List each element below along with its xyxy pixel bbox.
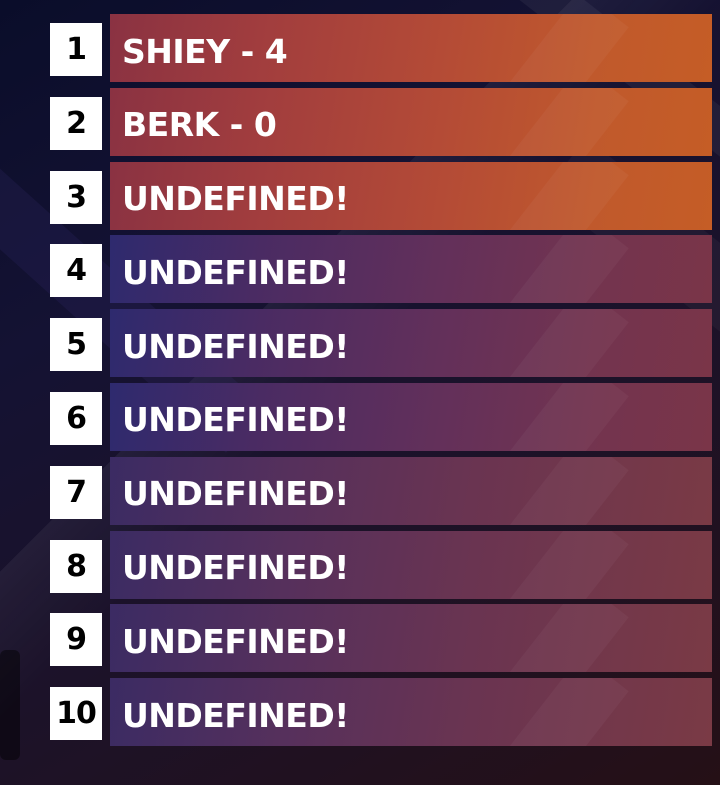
player-label: UNDEFINED! xyxy=(122,474,349,514)
rank-badge: 5 xyxy=(50,318,102,372)
player-label: SHIEY - 4 xyxy=(122,31,288,71)
leaderboard-row: 1 SHIEY - 4 xyxy=(50,14,712,82)
rank-badge: 7 xyxy=(50,465,102,519)
rank-badge: 10 xyxy=(50,687,102,741)
leaderboard-row: 3 UNDEFINED! xyxy=(50,161,712,230)
leaderboard-row: 6 UNDEFINED! xyxy=(50,382,712,451)
score-bar: UNDEFINED! xyxy=(110,161,712,230)
score-bar: UNDEFINED! xyxy=(110,309,712,378)
leaderboard-row: 7 UNDEFINED! xyxy=(50,456,712,525)
player-label: BERK - 0 xyxy=(122,105,277,145)
score-bar: UNDEFINED! xyxy=(110,530,712,599)
leaderboard-row: 4 UNDEFINED! xyxy=(50,235,712,304)
rank-badge: 1 xyxy=(50,23,102,76)
rank-badge: 3 xyxy=(50,170,102,224)
rank-badge: 4 xyxy=(50,244,102,298)
leaderboard-row: 8 UNDEFINED! xyxy=(50,530,712,599)
player-label: UNDEFINED! xyxy=(122,621,349,661)
rank-badge: 9 xyxy=(50,613,102,667)
leaderboard-row: 5 UNDEFINED! xyxy=(50,309,712,378)
score-bar: UNDEFINED! xyxy=(110,382,712,451)
score-bar: SHIEY - 4 xyxy=(110,14,712,82)
score-bar: BERK - 0 xyxy=(110,87,712,156)
score-bar: UNDEFINED! xyxy=(110,604,712,673)
leaderboard-row: 10 UNDEFINED! xyxy=(50,678,712,747)
leaderboard-row: 2 BERK - 0 xyxy=(50,87,712,156)
player-label: UNDEFINED! xyxy=(122,695,349,735)
score-bar: UNDEFINED! xyxy=(110,678,712,747)
player-label: UNDEFINED! xyxy=(122,326,349,366)
player-label: UNDEFINED! xyxy=(122,548,349,588)
background-shard xyxy=(0,650,20,760)
score-bar: UNDEFINED! xyxy=(110,235,712,304)
rank-badge: 8 xyxy=(50,539,102,593)
leaderboard-row: 9 UNDEFINED! xyxy=(50,604,712,673)
rank-badge: 2 xyxy=(50,96,102,150)
rank-badge: 6 xyxy=(50,391,102,445)
player-label: UNDEFINED! xyxy=(122,400,349,440)
score-bar: UNDEFINED! xyxy=(110,456,712,525)
player-label: UNDEFINED! xyxy=(122,179,349,219)
leaderboard: 1 SHIEY - 4 2 BERK - 0 3 UNDEFINED! 4 UN… xyxy=(50,14,712,752)
player-label: UNDEFINED! xyxy=(122,252,349,292)
